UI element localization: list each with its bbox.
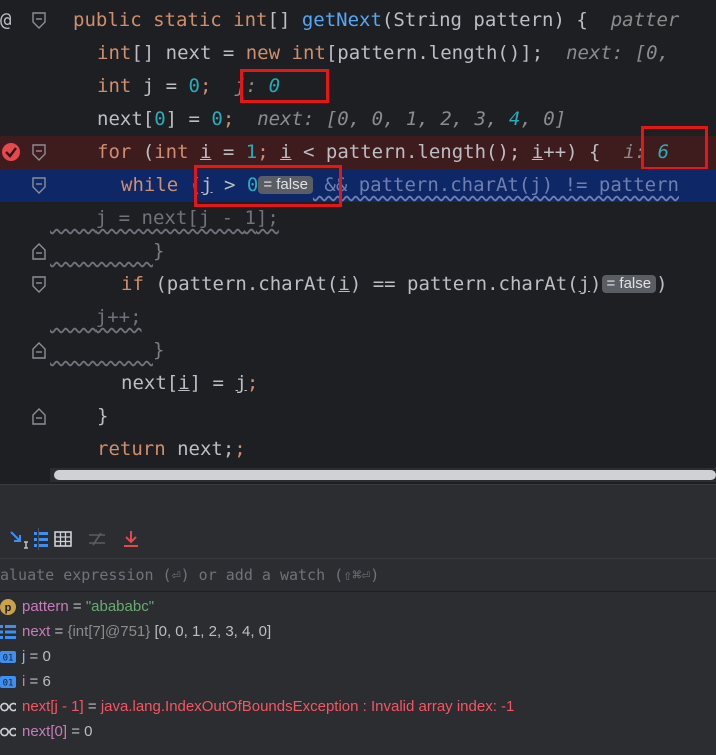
fold-end-icon[interactable] xyxy=(32,408,46,425)
parameter-icon: p xyxy=(0,599,16,615)
highlight-box-j xyxy=(240,69,329,103)
download-icon[interactable] xyxy=(120,528,142,550)
code-line-3[interactable]: int j = 0; j: 0 xyxy=(0,70,716,103)
code-line-2[interactable]: int[] next = new int[pattern.length()]; … xyxy=(0,37,716,70)
fold-icon[interactable] xyxy=(32,177,46,194)
code-text: for (int i = 1; i < pattern.length(); i+… xyxy=(97,141,670,163)
override-annotation-marker[interactable]: @ xyxy=(0,4,11,37)
horizontal-scrollbar[interactable] xyxy=(50,468,716,482)
code-text: return next;; xyxy=(97,438,246,460)
inline-value-hint: next: [0, xyxy=(566,42,670,64)
highlight-box-i xyxy=(641,126,708,170)
code-text: next[0] = 0; next: [0, 0, 1, 2, 3, 4, 0] xyxy=(97,108,567,130)
code-text: j = next[j - 1]; xyxy=(95,207,279,229)
debug-toolbar xyxy=(0,520,716,559)
code-line-14[interactable]: return next;; xyxy=(0,433,716,466)
code-editor[interactable]: @ public static int[] getNext(String pat… xyxy=(0,0,716,484)
fold-icon[interactable] xyxy=(32,144,46,161)
watch-glasses-icon xyxy=(0,727,16,737)
svg-text:01: 01 xyxy=(3,654,14,664)
fold-end-icon[interactable] xyxy=(32,243,46,260)
code-line-7[interactable]: j = next[j - 1]; xyxy=(0,202,716,235)
inline-value-hint: patter xyxy=(610,9,680,31)
fold-icon[interactable] xyxy=(32,276,46,293)
code-line-13[interactable]: } xyxy=(0,400,716,433)
code-text: } xyxy=(152,240,165,262)
step-into-icon[interactable] xyxy=(8,528,30,550)
watch-glasses-icon xyxy=(0,702,16,712)
evaluate-expression-field[interactable]: aluate expression (⏎) or add a watch (⇧⌘… xyxy=(0,559,716,591)
code-line-4[interactable]: next[0] = 0; next: [0, 0, 1, 2, 3, 4, 0] xyxy=(0,103,716,136)
fold-end-icon[interactable] xyxy=(32,342,46,359)
frames-list-icon[interactable] xyxy=(30,528,52,550)
toolbar-divider xyxy=(38,528,39,550)
code-line-11[interactable]: } xyxy=(0,334,716,367)
inline-evaluation-badge: = false xyxy=(601,275,657,293)
breakpoint-icon[interactable] xyxy=(1,142,21,162)
svg-text:01: 01 xyxy=(3,679,14,689)
code-line-1[interactable]: @ public static int[] getNext(String pat… xyxy=(0,4,716,37)
fold-icon[interactable] xyxy=(32,12,46,29)
code-text: j++; xyxy=(95,306,142,328)
primitive-int-icon: 01 xyxy=(0,651,16,664)
code-line-6-execution-point[interactable]: while (j > 0 = false && pattern.charAt(j)… xyxy=(0,169,716,202)
code-line-8[interactable]: } xyxy=(0,235,716,268)
step-over-disabled-icon[interactable] xyxy=(86,528,108,550)
code-line-10[interactable]: j++; xyxy=(0,301,716,334)
highlight-box-while-condition xyxy=(194,165,342,207)
array-icon xyxy=(0,625,16,639)
svg-text:p: p xyxy=(5,602,12,614)
code-text: int[] next = new int[pattern.length()]; … xyxy=(97,42,670,64)
evaluate-placeholder: aluate expression (⏎) or add a watch (⇧⌘… xyxy=(0,566,380,584)
primitive-int-icon: 01 xyxy=(0,676,16,689)
code-line-12[interactable]: next[i] = j; xyxy=(0,367,716,400)
code-line-5-breakpoint[interactable]: for (int i = 1; i < pattern.length(); i+… xyxy=(0,136,716,169)
scrollbar-thumb[interactable] xyxy=(54,470,716,480)
calculator-icon[interactable] xyxy=(52,528,74,550)
debug-panel-header xyxy=(0,484,716,521)
code-text: next[i] = j; xyxy=(121,372,259,394)
code-text: if (pattern.charAt(i) == pattern.charAt(… xyxy=(121,273,668,295)
code-text: public static int[] getNext(String patte… xyxy=(73,9,680,31)
code-text: } xyxy=(97,405,109,427)
code-line-9[interactable]: if (pattern.charAt(i) == pattern.charAt(… xyxy=(0,268,716,301)
variables-list: p pattern = "abababc" next = {int[7]@751… xyxy=(0,592,716,755)
code-text: } xyxy=(152,339,165,361)
inline-value-hint: next: [0, 0, 1, 2, 3, xyxy=(257,108,509,130)
